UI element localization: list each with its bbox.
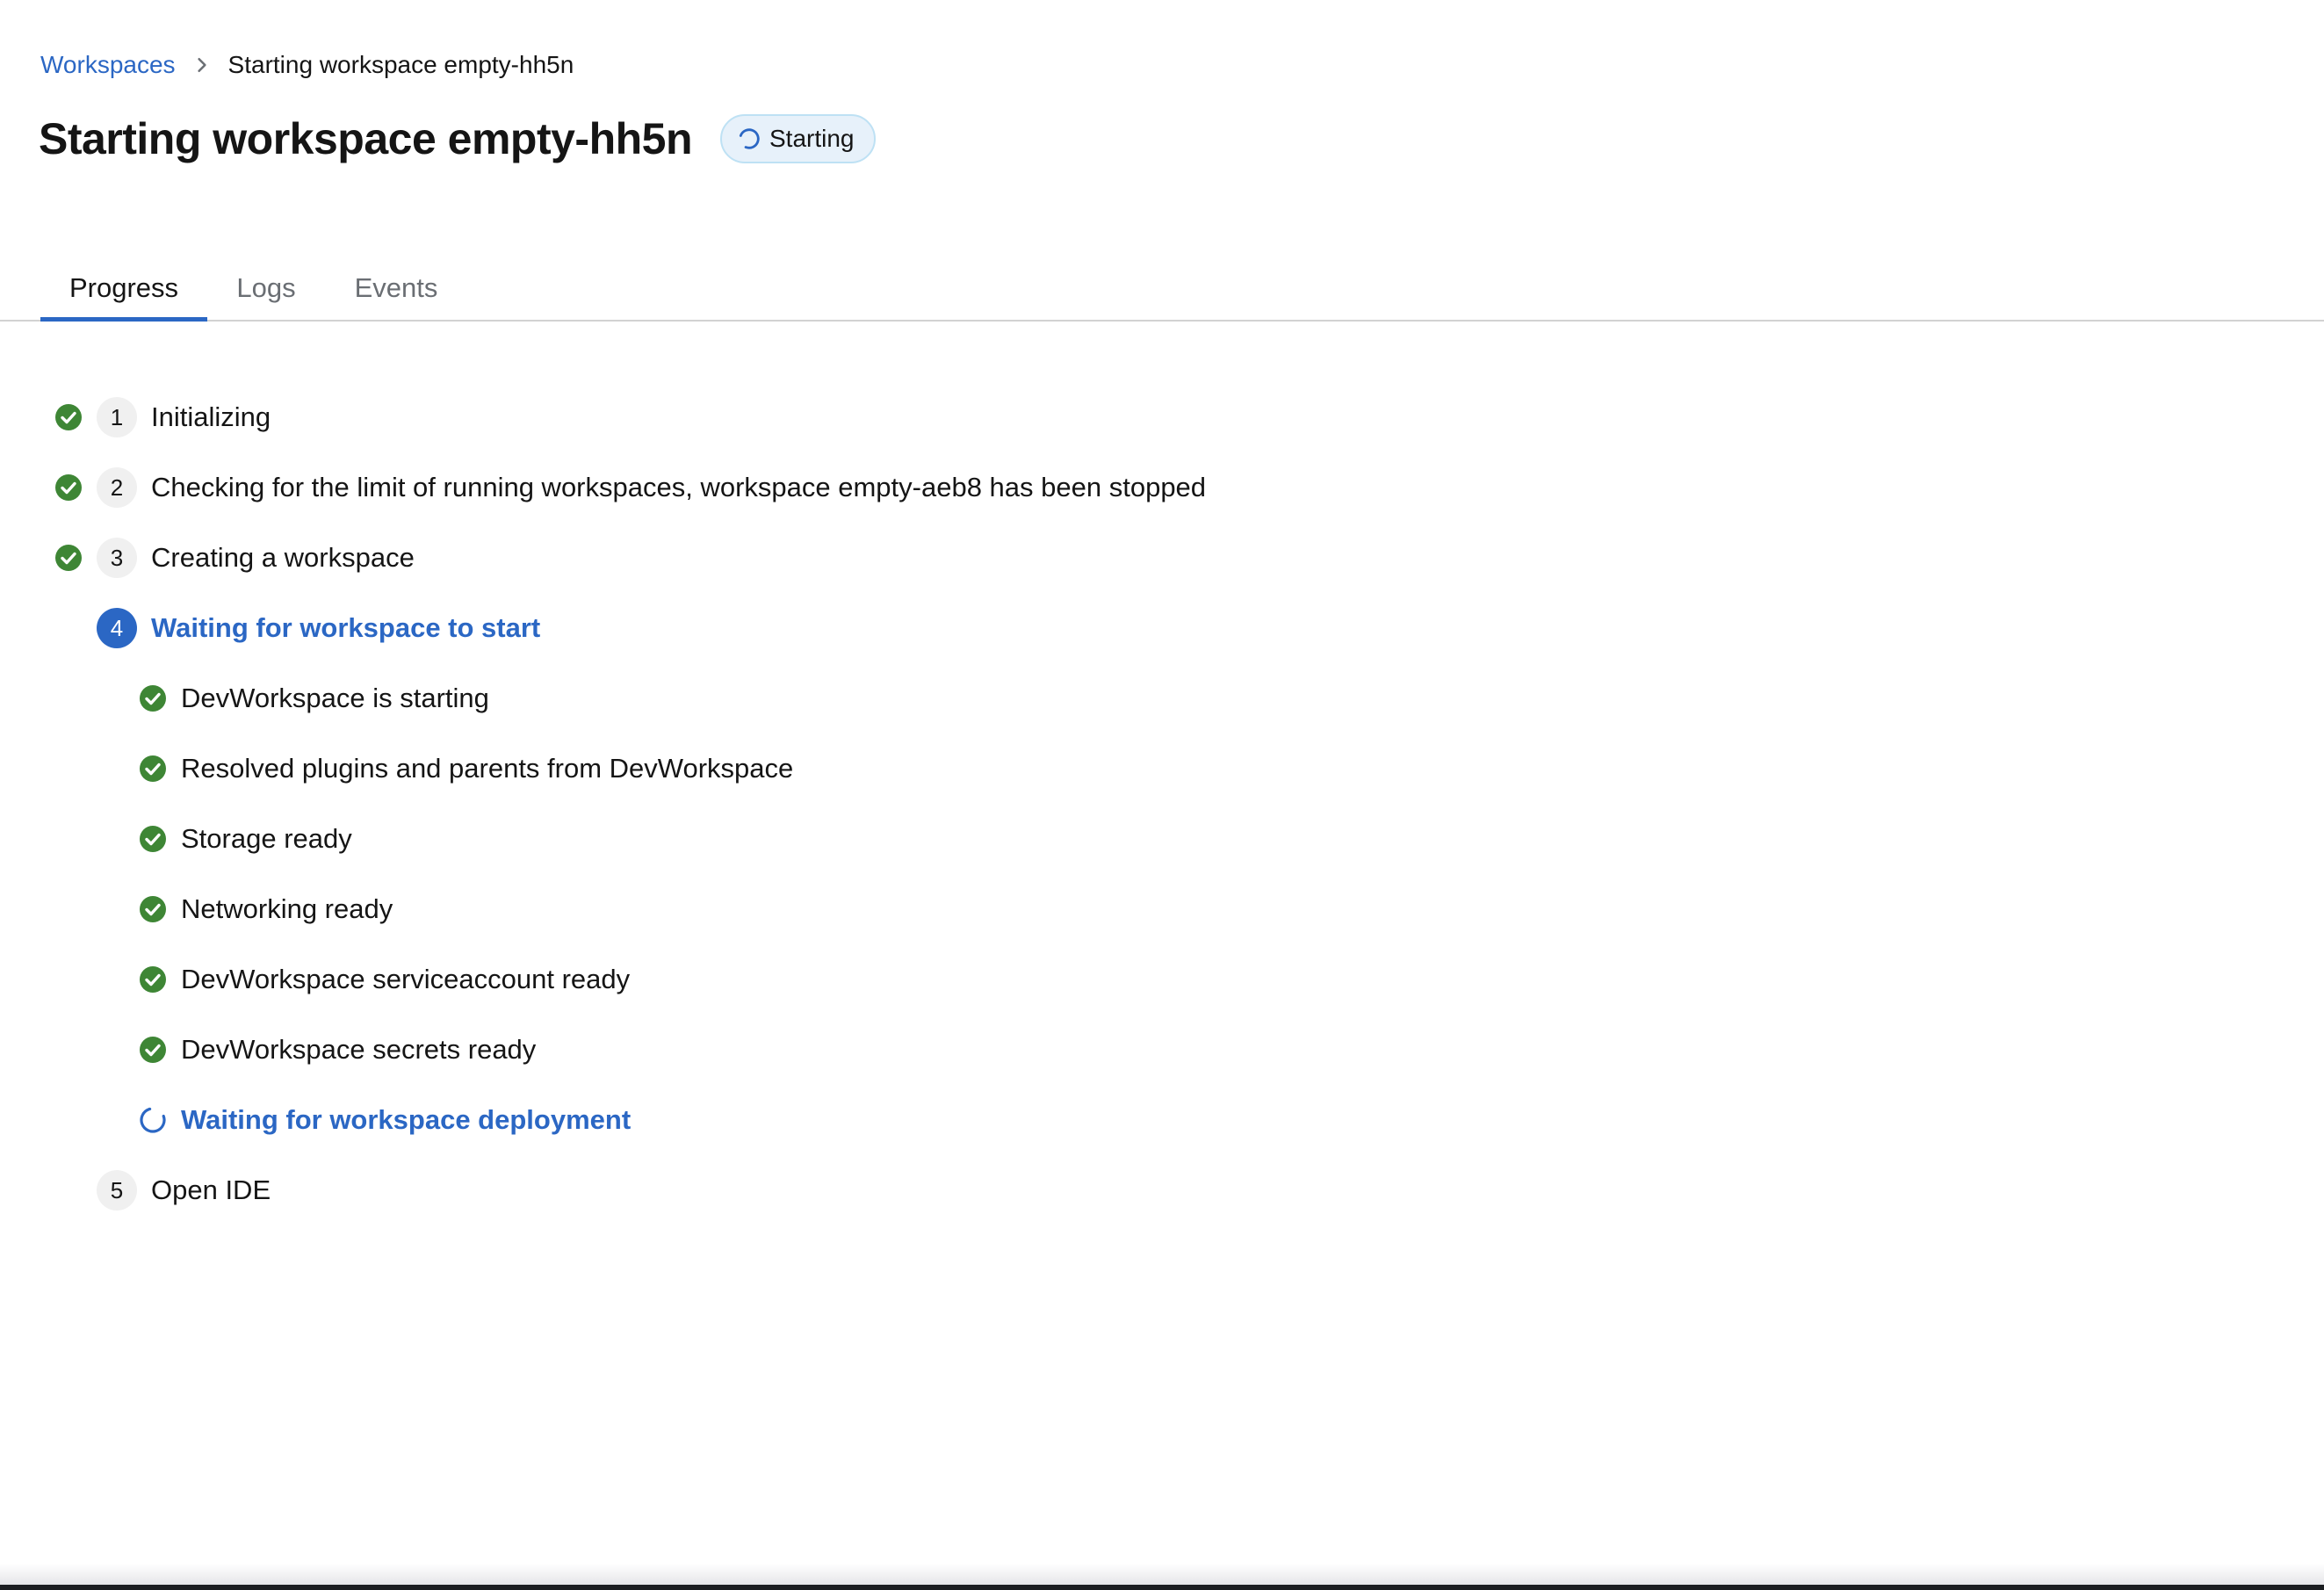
substep-networking-ready: Networking ready [139,883,393,936]
check-circle-icon [139,895,167,923]
substep-label: DevWorkspace is starting [181,683,489,713]
chevron-right-icon [176,47,228,83]
taskbar-strip [0,1585,2324,1590]
substep-devworkspace-starting: DevWorkspace is starting [139,672,489,725]
substep-label: DevWorkspace serviceaccount ready [181,964,631,994]
window-bottom-edge [0,1564,2324,1590]
substep-label: Resolved plugins and parents from DevWor… [181,753,794,784]
step-number: 2 [97,467,137,508]
page-title: Starting workspace empty-hh5n [39,114,693,163]
step-number: 1 [97,397,137,437]
step-number: 3 [97,538,137,578]
check-circle-icon [139,965,167,994]
step-number: 5 [97,1170,137,1211]
substep-label: DevWorkspace secrets ready [181,1034,537,1065]
spinner-icon [739,128,760,149]
tab-logs[interactable]: Logs [221,257,311,320]
step-waiting-start: 4 Waiting for workspace to start [97,602,540,654]
check-circle-icon [54,403,83,431]
substep-label: Waiting for workspace deployment [181,1104,632,1135]
step-label: Checking for the limit of running worksp… [151,472,1207,502]
step-label: Initializing [151,401,271,432]
step-open-ide: 5 Open IDE [97,1164,271,1217]
breadcrumb-workspaces-link[interactable]: Workspaces [40,51,176,79]
status-badge: Starting [720,114,876,163]
step-label: Creating a workspace [151,542,415,573]
substep-label: Storage ready [181,823,352,854]
check-circle-icon [139,1036,167,1064]
substep-label: Networking ready [181,893,393,924]
status-badge-label: Starting [769,125,855,152]
tabs: Progress Logs Events [0,257,2324,322]
breadcrumb-current: Starting workspace empty-hh5n [227,51,574,78]
step-initializing: 1 Initializing [54,391,271,444]
step-number: 4 [97,608,137,648]
substep-resolved-plugins: Resolved plugins and parents from DevWor… [139,742,793,795]
spinner-icon [139,1106,167,1134]
substep-serviceaccount-ready: DevWorkspace serviceaccount ready [139,953,630,1006]
title-row: Starting workspace empty-hh5n Starting [39,109,876,169]
step-label: Waiting for workspace to start [151,612,541,643]
workspace-progress-page: Workspaces Starting workspace empty-hh5n… [0,0,2324,1590]
check-circle-icon [54,544,83,572]
substep-secrets-ready: DevWorkspace secrets ready [139,1023,536,1076]
tab-events[interactable]: Events [330,257,462,320]
step-creating: 3 Creating a workspace [54,531,415,584]
tab-progress[interactable]: Progress [40,257,207,322]
substep-waiting-deployment: Waiting for workspace deployment [139,1094,631,1146]
step-label: Open IDE [151,1174,271,1205]
substep-storage-ready: Storage ready [139,813,352,865]
step-check-limit: 2 Checking for the limit of running work… [54,461,1206,514]
check-circle-icon [139,825,167,853]
check-circle-icon [139,684,167,712]
check-circle-icon [54,473,83,502]
breadcrumb: Workspaces Starting workspace empty-hh5n [40,47,574,83]
check-circle-icon [139,755,167,783]
